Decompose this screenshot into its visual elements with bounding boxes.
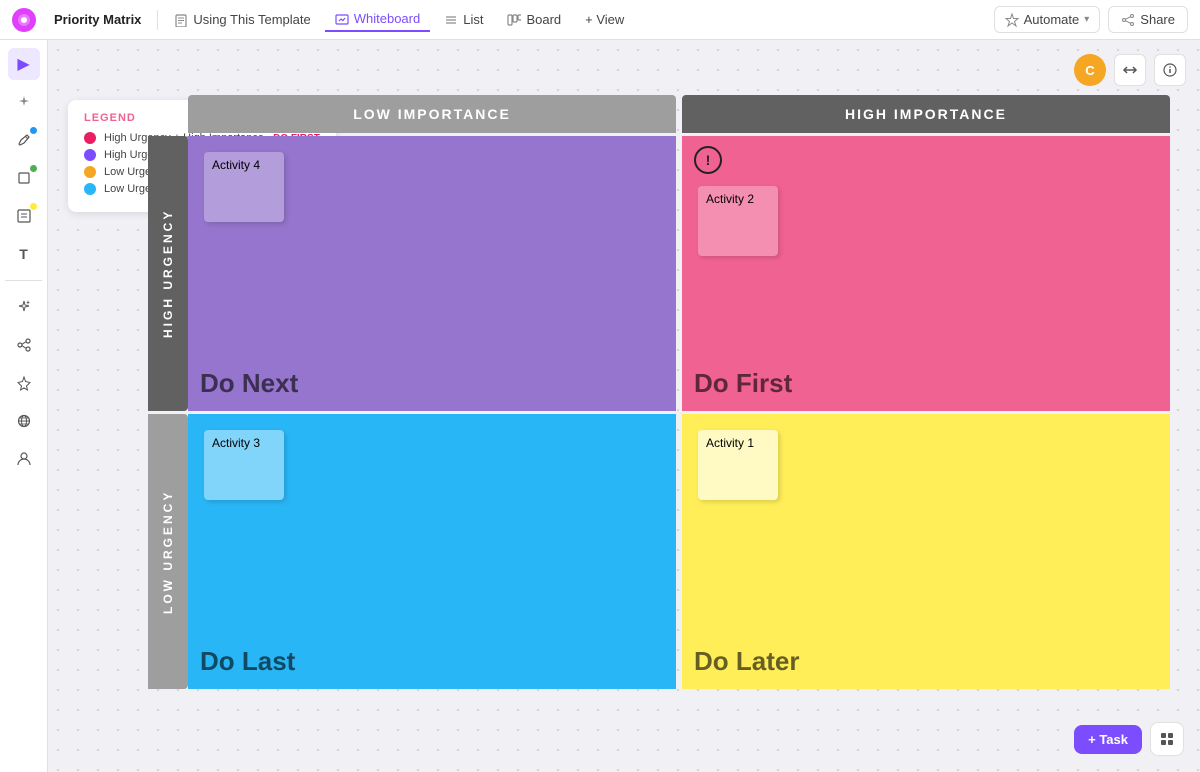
legend-dot-do-last bbox=[84, 183, 96, 195]
pen-dot bbox=[30, 127, 37, 134]
stars-icon bbox=[16, 375, 32, 391]
legend-dot-do-first bbox=[84, 132, 96, 144]
main-layout: ▶ T bbox=[0, 40, 1200, 772]
row-low-urgency: LOW URGENCY Activity 3 Do Last Activity … bbox=[148, 414, 1170, 689]
app-icon bbox=[12, 8, 36, 32]
add-task-button[interactable]: + Task bbox=[1074, 725, 1142, 754]
legend-dot-do-later bbox=[84, 166, 96, 178]
info-icon bbox=[1162, 62, 1178, 78]
person-icon bbox=[16, 451, 32, 467]
whiteboard-icon bbox=[335, 12, 349, 26]
canvas[interactable]: C LEGEND High Urgency + bbox=[48, 40, 1200, 772]
quadrant-do-last[interactable]: Activity 3 Do Last bbox=[188, 414, 676, 689]
fit-view-button[interactable] bbox=[1114, 54, 1146, 86]
quadrant-do-last-label: Do Last bbox=[200, 646, 664, 677]
shape-icon bbox=[16, 170, 32, 186]
text-icon: T bbox=[19, 246, 28, 262]
tool-person[interactable] bbox=[8, 443, 40, 475]
quadrant-do-later[interactable]: Activity 1 Do Later bbox=[682, 414, 1170, 689]
exclaim-icon: ! bbox=[694, 146, 722, 174]
fit-view-icon bbox=[1122, 62, 1138, 78]
automate-button[interactable]: Automate ▾ bbox=[994, 6, 1101, 33]
sticky-activity-2[interactable]: Activity 2 bbox=[698, 186, 778, 256]
row-label-high-urgency: HIGH URGENCY bbox=[148, 136, 188, 411]
canvas-controls: C bbox=[1074, 54, 1186, 86]
tab-using-template[interactable]: Using This Template bbox=[164, 8, 320, 31]
bottom-right-controls: + Task bbox=[1074, 722, 1184, 756]
tool-globe[interactable] bbox=[8, 405, 40, 437]
nav-app-title[interactable]: Priority Matrix bbox=[44, 8, 151, 31]
info-button[interactable] bbox=[1154, 54, 1186, 86]
grid-icon bbox=[1159, 731, 1175, 747]
share-icon bbox=[1121, 13, 1135, 27]
tool-ai[interactable] bbox=[8, 86, 40, 118]
row-high-urgency: HIGH URGENCY Activity 4 Do Next ! Activi… bbox=[148, 136, 1170, 411]
tool-nodes[interactable] bbox=[8, 329, 40, 361]
sticky-activity-1[interactable]: Activity 1 bbox=[698, 430, 778, 500]
nav-right: Automate ▾ Share bbox=[994, 6, 1188, 33]
note-dot bbox=[30, 203, 37, 210]
row-label-low-urgency: LOW URGENCY bbox=[148, 414, 188, 689]
col-header-low-importance: LOW IMPORTANCE bbox=[188, 95, 676, 133]
quadrant-do-next[interactable]: Activity 4 Do Next bbox=[188, 136, 676, 411]
tab-add-view[interactable]: + View bbox=[575, 8, 634, 31]
list-icon bbox=[444, 13, 458, 27]
tab-whiteboard[interactable]: Whiteboard bbox=[325, 7, 430, 32]
tab-list[interactable]: List bbox=[434, 8, 493, 31]
quadrant-do-first-label: Do First bbox=[694, 368, 1158, 399]
automate-chevron: ▾ bbox=[1084, 14, 1089, 25]
globe-icon bbox=[16, 413, 32, 429]
user-avatar: C bbox=[1074, 54, 1106, 86]
ai-icon bbox=[16, 94, 32, 110]
nav-divider-1 bbox=[157, 10, 158, 30]
col-headers: LOW IMPORTANCE HIGH IMPORTANCE bbox=[188, 95, 1170, 133]
pen-icon bbox=[16, 132, 32, 148]
tool-text[interactable]: T bbox=[8, 238, 40, 270]
col-header-high-importance: HIGH IMPORTANCE bbox=[682, 95, 1170, 133]
nodes-icon bbox=[16, 337, 32, 353]
tool-shape[interactable] bbox=[8, 162, 40, 194]
tool-pen[interactable] bbox=[8, 124, 40, 156]
note-icon bbox=[16, 208, 32, 224]
share-button[interactable]: Share bbox=[1108, 6, 1188, 33]
top-nav: Priority Matrix Using This Template Whit… bbox=[0, 0, 1200, 40]
priority-matrix: LOW IMPORTANCE HIGH IMPORTANCE HIGH URGE… bbox=[148, 95, 1170, 742]
tool-note[interactable] bbox=[8, 200, 40, 232]
board-icon bbox=[507, 13, 521, 27]
sticky-activity-3[interactable]: Activity 3 bbox=[204, 430, 284, 500]
quadrant-do-later-label: Do Later bbox=[694, 646, 1158, 677]
tool-pointer[interactable]: ▶ bbox=[8, 48, 40, 80]
tool-stars[interactable] bbox=[8, 367, 40, 399]
shape-dot bbox=[30, 165, 37, 172]
matrix-rows: HIGH URGENCY Activity 4 Do Next ! Activi… bbox=[148, 136, 1170, 689]
grid-view-button[interactable] bbox=[1150, 722, 1184, 756]
tool-sparkle[interactable] bbox=[8, 291, 40, 323]
toolbar-divider bbox=[5, 280, 43, 281]
sticky-activity-4[interactable]: Activity 4 bbox=[204, 152, 284, 222]
sparkle-icon bbox=[16, 299, 32, 315]
tab-board[interactable]: Board bbox=[497, 8, 571, 31]
toolbar: ▶ T bbox=[0, 40, 48, 772]
quadrant-do-first[interactable]: ! Activity 2 Do First bbox=[682, 136, 1170, 411]
quadrant-do-next-label: Do Next bbox=[200, 368, 664, 399]
automate-icon bbox=[1005, 13, 1019, 27]
template-icon bbox=[174, 13, 188, 27]
legend-dot-do-next bbox=[84, 149, 96, 161]
